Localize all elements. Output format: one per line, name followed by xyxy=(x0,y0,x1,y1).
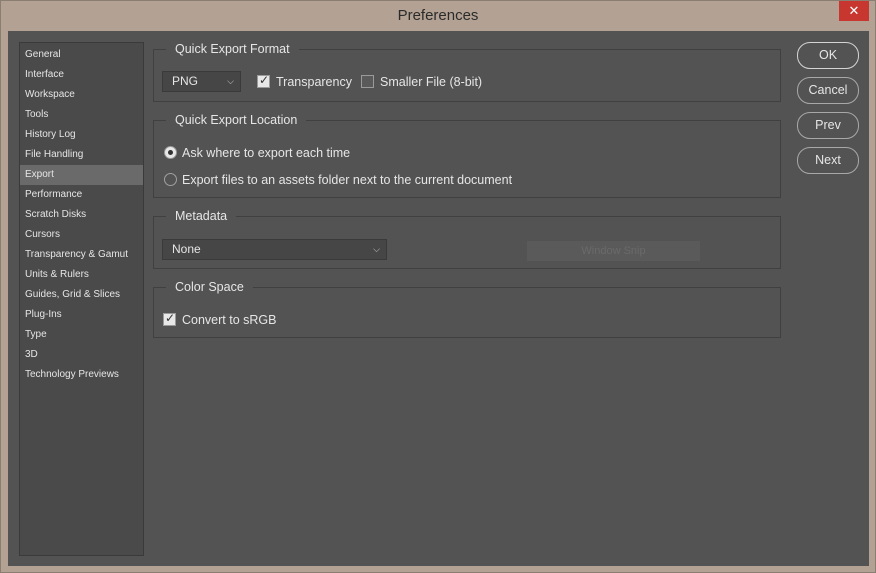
metadata-title: Metadata xyxy=(166,207,237,225)
transparency-label: Transparency xyxy=(276,75,352,89)
sidebar-item-history-log[interactable]: History Log xyxy=(20,125,143,145)
sidebar-item-technology-previews[interactable]: Technology Previews xyxy=(20,365,143,385)
sidebar-item-3d[interactable]: 3D xyxy=(20,345,143,365)
convert-srgb-checkbox[interactable]: ✓ xyxy=(163,311,176,326)
smaller-file-label: Smaller File (8-bit) xyxy=(380,75,483,89)
color-space-group: Color Space ✓ Convert to sRGB xyxy=(153,278,781,338)
sidebar-item-type[interactable]: Type xyxy=(20,325,143,345)
close-button[interactable]: ✕ xyxy=(839,1,869,21)
sidebar-item-file-handling[interactable]: File Handling xyxy=(20,145,143,165)
metadata-group: Metadata None ⌵ Window Snip xyxy=(153,207,781,269)
smaller-file-checkbox[interactable] xyxy=(361,75,374,88)
sidebar-item-performance[interactable]: Performance xyxy=(20,185,143,205)
checkmark-icon: ✓ xyxy=(164,311,176,325)
close-icon: ✕ xyxy=(848,3,860,18)
sidebar-item-tools[interactable]: Tools xyxy=(20,105,143,125)
checkmark-icon: ✓ xyxy=(258,73,270,87)
format-select-value: PNG xyxy=(172,74,199,88)
chevron-down-icon: ⌵ xyxy=(373,244,380,254)
prev-button[interactable]: Prev xyxy=(797,112,859,139)
preferences-sidebar: General Interface Workspace Tools History Lo… xyxy=(19,42,144,556)
transparency-checkbox[interactable]: ✓ xyxy=(257,73,270,88)
chevron-down-icon: ⌵ xyxy=(227,76,234,86)
quick-export-format-group: Quick Export Format PNG ⌵ ✓ Transparency… xyxy=(153,40,781,102)
window-snip-ghost: Window Snip xyxy=(527,241,700,261)
ask-where-radio[interactable] xyxy=(164,146,177,159)
format-select[interactable]: PNG ⌵ xyxy=(162,71,241,92)
sidebar-item-transparency-gamut[interactable]: Transparency & Gamut xyxy=(20,245,143,265)
sidebar-item-workspace[interactable]: Workspace xyxy=(20,85,143,105)
color-space-title: Color Space xyxy=(166,278,253,296)
cancel-button[interactable]: Cancel xyxy=(797,77,859,104)
metadata-select[interactable]: None ⌵ xyxy=(162,239,387,260)
ok-button[interactable]: OK xyxy=(797,42,859,69)
sidebar-item-scratch-disks[interactable]: Scratch Disks xyxy=(20,205,143,225)
sidebar-item-interface[interactable]: Interface xyxy=(20,65,143,85)
sidebar-item-guides-grid-slices[interactable]: Guides, Grid & Slices xyxy=(20,285,143,305)
quick-export-format-title: Quick Export Format xyxy=(166,40,299,58)
next-button[interactable]: Next xyxy=(797,147,859,174)
assets-folder-label: Export files to an assets folder next to… xyxy=(182,173,513,187)
quick-export-location-group: Quick Export Location Ask where to expor… xyxy=(153,111,781,198)
assets-folder-radio[interactable] xyxy=(164,173,177,186)
ask-where-label: Ask where to export each time xyxy=(182,146,351,160)
preferences-window: Preferences ✕ General Interface Workspace T… xyxy=(0,0,876,573)
sidebar-item-units-rulers[interactable]: Units & Rulers xyxy=(20,265,143,285)
quick-export-location-title: Quick Export Location xyxy=(166,111,307,129)
metadata-select-value: None xyxy=(172,242,201,256)
window-title: Preferences xyxy=(397,7,479,24)
sidebar-item-export[interactable]: Export xyxy=(20,165,143,185)
sidebar-item-general[interactable]: General xyxy=(20,45,143,65)
sidebar-item-cursors[interactable]: Cursors xyxy=(20,225,143,245)
convert-srgb-label: Convert to sRGB xyxy=(182,313,277,327)
radio-dot-icon xyxy=(168,150,173,155)
sidebar-item-plug-ins[interactable]: Plug-Ins xyxy=(20,305,143,325)
dialog-content: General Interface Workspace Tools History Lo… xyxy=(8,31,869,566)
